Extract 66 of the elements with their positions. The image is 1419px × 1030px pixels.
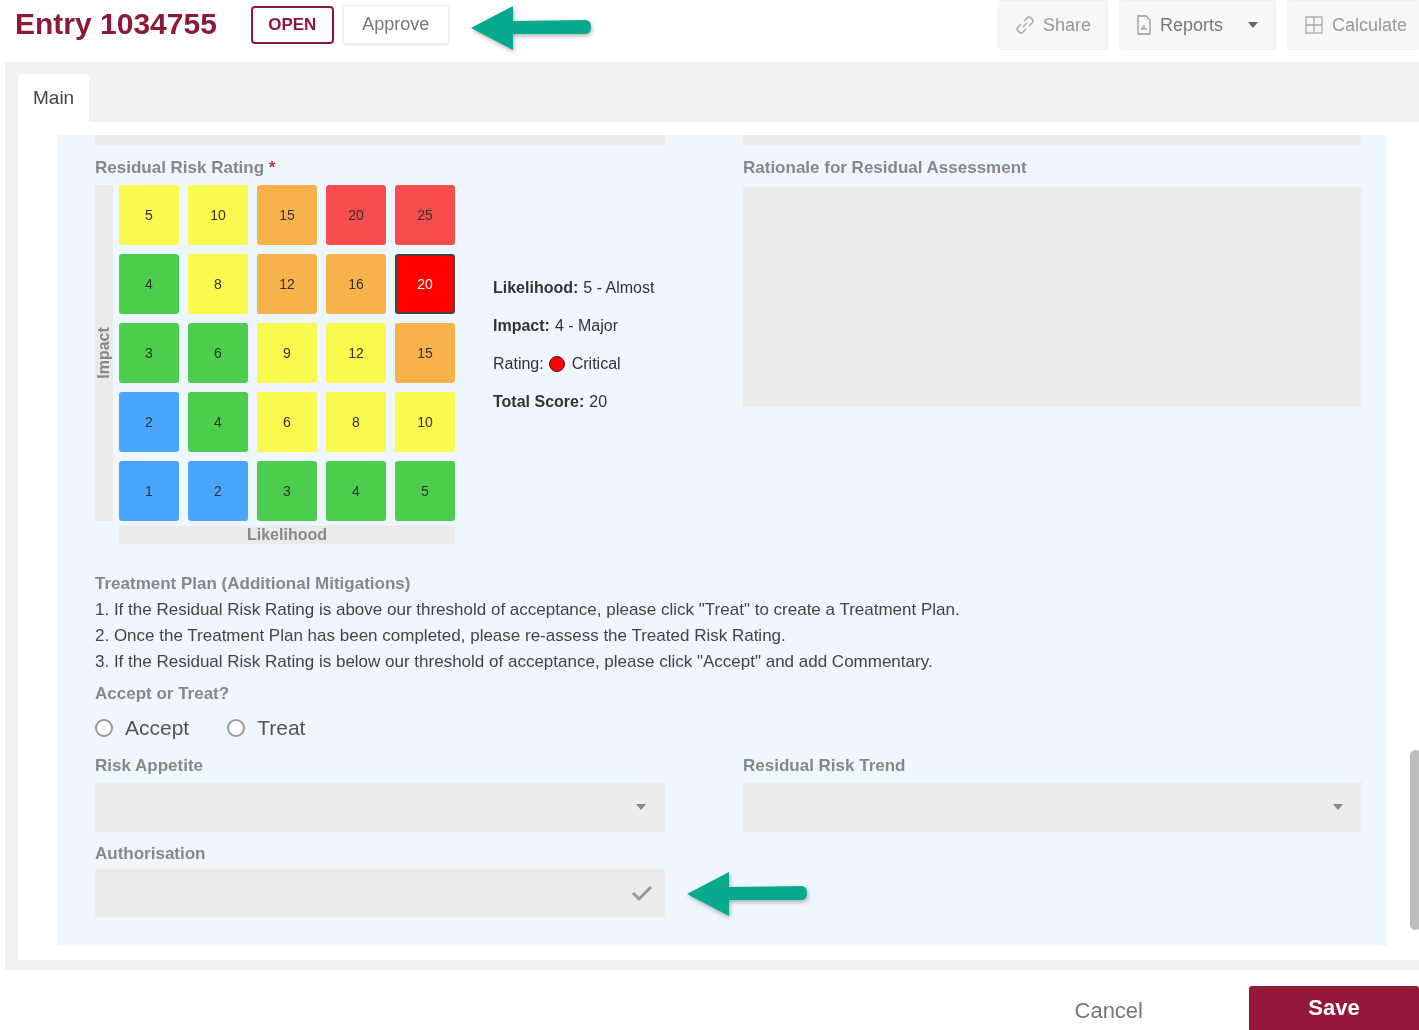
matrix-cell[interactable]: 4 [188, 392, 248, 452]
matrix-cell[interactable]: 10 [395, 392, 455, 452]
matrix-cell[interactable]: 3 [119, 323, 179, 383]
matrix-cell[interactable]: 20 [395, 254, 455, 314]
matrix-cell[interactable]: 9 [257, 323, 317, 383]
matrix-cell[interactable]: 3 [257, 461, 317, 521]
matrix-cell[interactable]: 1 [119, 461, 179, 521]
summary-value: 5 - Almost [583, 279, 655, 297]
matrix-cell[interactable]: 4 [119, 254, 179, 314]
dropdown-field[interactable] [743, 782, 1362, 832]
summary-label: Likelihood: [493, 279, 579, 297]
caret-icon [1246, 21, 1259, 29]
matrix-cell[interactable]: 15 [395, 323, 455, 383]
axis-label: Likelihood [119, 526, 455, 544]
field-label: Accept or Treat? [95, 684, 231, 704]
summary-label: Rating: [493, 355, 544, 373]
scrollbar[interactable] [1410, 750, 1419, 930]
save-button[interactable]: Save [1249, 986, 1419, 1030]
matrix-cell[interactable]: 2 [119, 392, 179, 452]
section-heading: Treatment Plan (Additional Mitigations) [95, 574, 412, 594]
link-icon [1014, 15, 1035, 35]
field-label: Residual Risk Trend [743, 756, 907, 777]
matrix-cell[interactable]: 6 [188, 323, 248, 383]
authorisation-field[interactable] [95, 869, 665, 917]
toolbar-button[interactable]: Reports [1118, 0, 1276, 50]
tab[interactable]: Main [18, 74, 90, 122]
matrix-cell[interactable]: 15 [257, 185, 317, 245]
matrix-cell[interactable]: 6 [257, 392, 317, 452]
matrix-cell[interactable]: 10 [188, 185, 248, 245]
field-label: Risk Appetite [95, 756, 204, 777]
matrix-cell[interactable]: 25 [395, 185, 455, 245]
matrix-cell[interactable]: 5 [395, 461, 455, 521]
matrix-cell[interactable]: 8 [188, 254, 248, 314]
field-label: Residual Risk Rating * [95, 158, 277, 179]
cancel-button[interactable]: Cancel [1068, 997, 1149, 1030]
axis-label: Impact [95, 185, 113, 521]
entry-title: Entry 1034755 [15, 7, 217, 41]
radio-button[interactable] [227, 719, 246, 737]
field-label: Rationale for Residual Assessment [743, 158, 1028, 179]
instruction-text: 1. If the Residual Risk Rating is above our threshold of acceptance, please click "Treat" to create a Treatment Plan. [95, 600, 961, 620]
summary-label: Impact: [493, 317, 550, 335]
approve-button[interactable]: Approve [342, 5, 449, 44]
radio-label[interactable]: Treat [257, 716, 306, 740]
radio-label[interactable]: Accept [125, 716, 190, 740]
matrix-cell[interactable]: 12 [257, 254, 317, 314]
caret-icon [635, 803, 647, 811]
matrix-cell[interactable]: 20 [326, 185, 386, 245]
instruction-text: 2. Once the Treatment Plan has been completed, please re-assess the Treated Risk Rating. [95, 626, 787, 646]
matrix-cell[interactable]: 5 [119, 185, 179, 245]
matrix-cell[interactable]: 8 [326, 392, 386, 452]
document-icon [1135, 15, 1152, 35]
matrix-cell[interactable]: 12 [326, 323, 386, 383]
instruction-text: 3. If the Residual Risk Rating is below our threshold of acceptance, please click "Accept" and add Commentary. [95, 652, 934, 672]
summary-value: 20 [589, 393, 608, 411]
matrix-cell[interactable]: 2 [188, 461, 248, 521]
matrix-cell[interactable]: 16 [326, 254, 386, 314]
summary-label: Total Score: [493, 393, 585, 411]
matrix-cell[interactable]: 4 [326, 461, 386, 521]
calculator-icon [1303, 15, 1324, 35]
summary-value: 4 - Major [554, 317, 619, 335]
field-label: Authorisation [95, 844, 207, 864]
summary-value: Critical [571, 355, 621, 373]
radio-button[interactable] [95, 719, 113, 737]
status-button[interactable]: OPEN [250, 6, 334, 44]
caret-icon [1332, 803, 1344, 811]
dropdown-field[interactable] [95, 782, 665, 832]
